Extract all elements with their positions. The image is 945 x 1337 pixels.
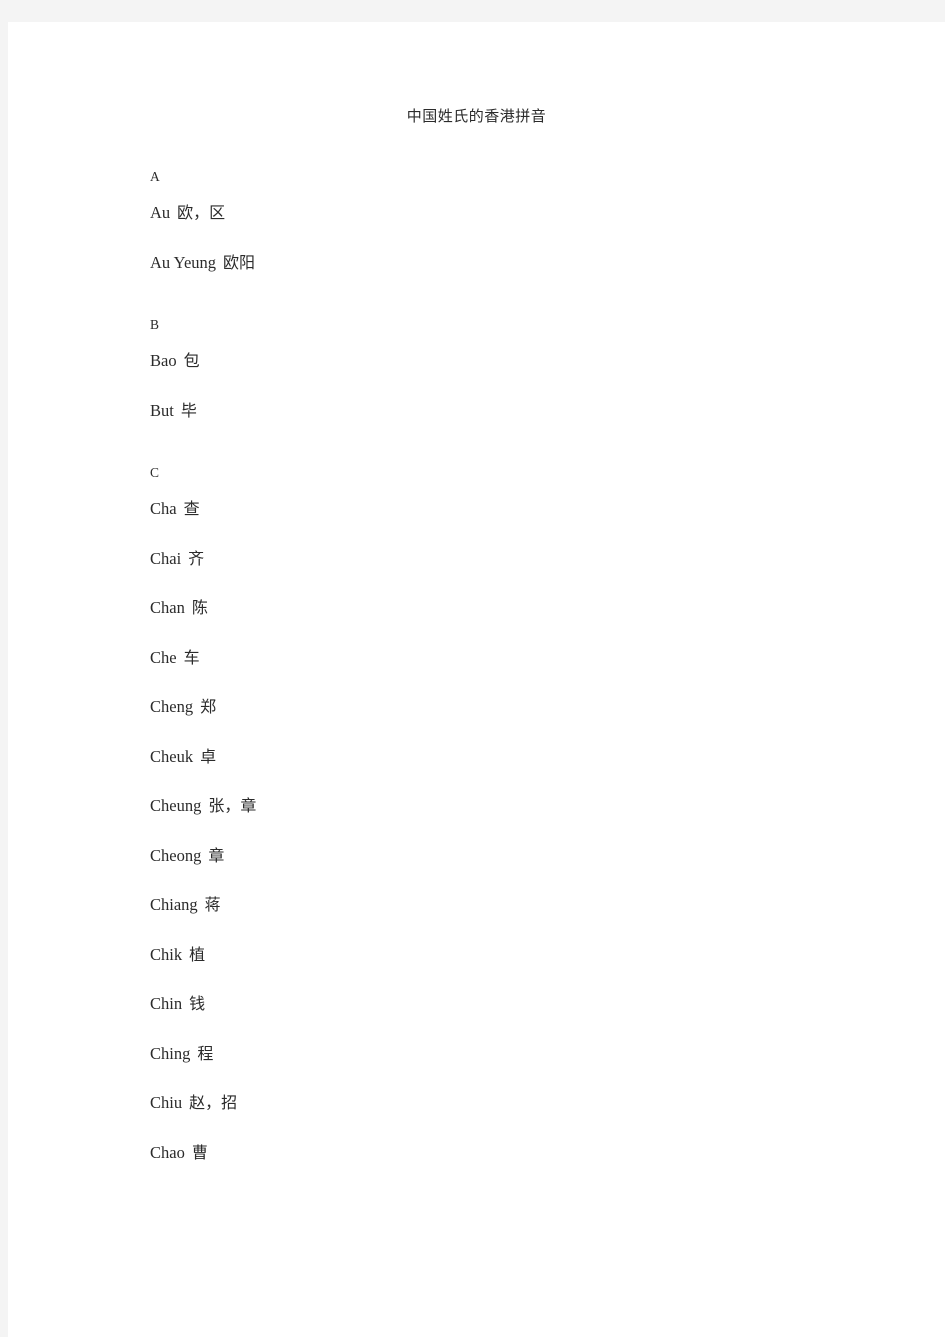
chinese-surname: 程 — [197, 1043, 214, 1063]
chinese-surname: 卓 — [200, 746, 217, 766]
chinese-surname: 曹 — [191, 1142, 208, 1162]
surname-section: C Cha 查 Chai 齐 Chan 陈 Che 车 Cheng 郑 Cheuk 卓 Cheung 张，章… — [150, 458, 850, 1187]
section-letter: A — [150, 169, 160, 184]
surname-entry: Cheuk 卓 — [150, 742, 850, 792]
chinese-surname: 车 — [183, 647, 200, 667]
section-letter: B — [150, 317, 160, 332]
chinese-surname: 齐 — [188, 548, 205, 568]
chinese-surname: 郑 — [200, 697, 217, 716]
romanization: Chiu — [150, 1093, 183, 1112]
chinese-surname: 赵，招 — [189, 1093, 238, 1112]
surname-entry: Cha 查 — [150, 494, 850, 544]
chinese-surname: 陈 — [191, 598, 208, 617]
surname-entry: Cheng 郑 — [150, 692, 850, 742]
romanization: But — [150, 400, 174, 420]
chinese-surname: 植 — [189, 944, 206, 964]
surname-entry: Au Yeung 欧阳 — [150, 248, 850, 298]
romanization: Cheong — [150, 845, 202, 865]
chinese-surname: 章 — [208, 845, 225, 865]
surname-entry: Chiu 赵，招 — [150, 1088, 850, 1138]
romanization: Cheng — [150, 697, 194, 716]
surname-entry: Bao 包 — [150, 346, 850, 396]
surname-entry: Chiang 蒋 — [150, 890, 850, 940]
page-title: 中国姓氏的香港拼音 — [406, 107, 547, 125]
romanization: Chin — [150, 994, 183, 1013]
chinese-surname: 蒋 — [204, 895, 221, 914]
romanization: Au — [150, 203, 171, 222]
surname-entry: Chan 陈 — [150, 593, 850, 643]
surname-list: A Au 欧，区 Au Yeung 欧阳 B Bao 包 But 毕 C Cha 查 Chai 齐 Chan 陈… — [150, 162, 850, 1187]
surname-section: A Au 欧，区 Au Yeung 欧阳 — [150, 162, 850, 297]
surname-entry: Ching 程 — [150, 1039, 850, 1089]
romanization: Ching — [150, 1043, 191, 1063]
surname-entry: Chao 曹 — [150, 1138, 850, 1188]
romanization: Chan — [150, 598, 185, 617]
surname-entry: Au 欧，区 — [150, 198, 850, 248]
romanization: Au Yeung — [150, 252, 217, 272]
romanization: Che — [150, 647, 177, 667]
romanization: Cheuk — [150, 746, 194, 766]
chinese-surname: 欧，区 — [177, 203, 226, 222]
romanization: Cheung — [150, 796, 202, 815]
romanization: Chiang — [150, 895, 198, 914]
section-letter: C — [150, 465, 160, 480]
surname-entry: Cheung 张，章 — [150, 791, 850, 841]
chinese-surname: 欧阳 — [223, 252, 256, 272]
surname-entry: Chai 齐 — [150, 544, 850, 594]
chinese-surname: 毕 — [180, 400, 197, 420]
chinese-surname: 钱 — [189, 994, 206, 1013]
chinese-surname: 张，章 — [208, 796, 257, 815]
chinese-surname: 查 — [183, 499, 200, 518]
surname-entry: Cheong 章 — [150, 841, 850, 891]
romanization: Bao — [150, 351, 177, 370]
romanization: Chai — [150, 548, 182, 568]
surname-entry: Che 车 — [150, 643, 850, 693]
surname-section: B Bao 包 But 毕 — [150, 310, 850, 445]
surname-entry: But 毕 — [150, 396, 850, 446]
chinese-surname: 包 — [183, 351, 200, 370]
surname-entry: Chin 钱 — [150, 989, 850, 1039]
romanization: Cha — [150, 499, 177, 518]
document-page: 中国姓氏的香港拼音 A Au 欧，区 Au Yeung 欧阳 B Bao 包 But 毕 C Cha 查… — [8, 22, 945, 1337]
romanization: Chao — [150, 1142, 185, 1162]
romanization: Chik — [150, 944, 183, 964]
surname-entry: Chik 植 — [150, 940, 850, 990]
